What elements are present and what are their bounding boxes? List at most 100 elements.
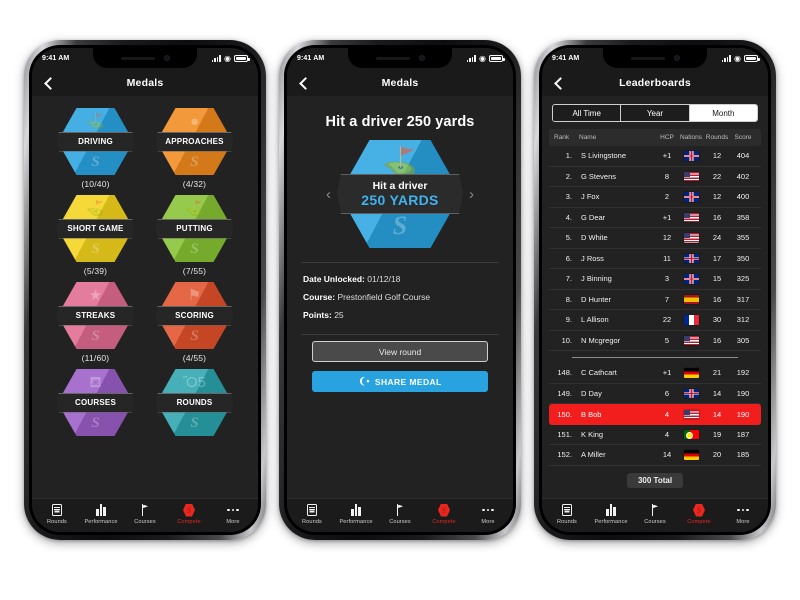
- cell-nation: [678, 151, 704, 161]
- cell-hcp: 5: [664, 335, 670, 345]
- medal-tile[interactable]: Ὄ5 S ROUNDS: [155, 369, 234, 440]
- tab-compete[interactable]: S Compete: [677, 503, 721, 525]
- cell-rank: 152.: [557, 450, 572, 460]
- metadata-label: Points:: [303, 310, 332, 320]
- table-row[interactable]: 7. J Binning 3 15 325: [549, 269, 761, 290]
- table-row[interactable]: 10. N Mcgregor 5 16 305: [549, 331, 761, 351]
- cell-nation: [678, 409, 704, 419]
- chevron-left-icon[interactable]: ‹: [326, 187, 331, 202]
- tab-performance[interactable]: Performance: [589, 503, 633, 525]
- table-row[interactable]: 9. L Allison 22 30 312: [549, 310, 761, 331]
- table-row[interactable]: 5. D White 12 24 355: [549, 228, 761, 249]
- tab-courses[interactable]: Courses: [123, 503, 167, 525]
- tab-label: Performance: [84, 519, 118, 525]
- flag-pt-icon: [683, 429, 699, 439]
- cell-rounds: 16: [712, 294, 722, 304]
- share-medal-button[interactable]: ❨• SHARE MEDAL: [312, 371, 488, 392]
- tab-rounds[interactable]: Rounds: [35, 503, 79, 525]
- cell-hcp: 22: [662, 315, 672, 325]
- column-header-rounds: Rounds: [705, 134, 729, 141]
- table-row[interactable]: 2. G Stevens 8 22 402: [549, 167, 761, 187]
- flag-course-icon: [140, 504, 151, 516]
- medal-badge: ⛳ S PUTTING: [155, 195, 234, 262]
- medal-label: COURSES: [75, 398, 116, 407]
- cell-rank: 7.: [565, 274, 572, 284]
- medal-tile[interactable]: ⛳ S PUTTING (7/55): [155, 195, 234, 276]
- flag-de-icon: [683, 368, 699, 378]
- tab-rounds[interactable]: Rounds: [545, 503, 589, 525]
- flag-es-icon: [683, 294, 699, 304]
- signal-icon: [211, 55, 222, 62]
- leaderboard-row-current-user[interactable]: 150. B Bob 4 14 190: [549, 404, 761, 425]
- brand-s-logo-icon: S: [91, 154, 100, 170]
- back-chevron-icon[interactable]: [552, 76, 565, 89]
- tab-courses[interactable]: Courses: [633, 503, 677, 525]
- cell-hcp: 7: [664, 294, 670, 304]
- brand-s-logo-icon: S: [91, 415, 100, 431]
- back-chevron-icon[interactable]: [297, 76, 310, 89]
- notch: [348, 48, 452, 68]
- table-row[interactable]: 148. C Cathcart +1 21 192: [549, 363, 761, 384]
- tab-icon-wrap: [606, 503, 616, 517]
- phone-medal-detail: 9:41 AM ◉ Medals Hit a driver 250 yards …: [279, 40, 521, 540]
- table-row[interactable]: 152. A Miller 14 20 185: [549, 445, 761, 466]
- cell-nation: [678, 450, 704, 460]
- table-row[interactable]: 151. K King 4 19 187: [549, 425, 761, 445]
- segment-all-time[interactable]: All Time: [553, 105, 622, 121]
- medal-badge-large[interactable]: ⛳ S Hit a driver 250 YARDS: [337, 140, 463, 248]
- cell-score: 312: [736, 315, 750, 325]
- medal-tile[interactable]: ★ S STREAKS (11/60): [56, 282, 135, 363]
- medal-tile[interactable]: ⚑ S SCORING (4/55): [155, 282, 234, 363]
- cell-nation: [678, 315, 704, 325]
- tab-courses[interactable]: Courses: [378, 503, 422, 525]
- tab-icon-wrap: [227, 503, 239, 517]
- phone-medals-grid: 9:41 AM ◉ Medals ⛳ S DRIVING (10/40) ● S APPRO…: [24, 40, 266, 540]
- tab-performance[interactable]: Performance: [334, 503, 378, 525]
- medal-tile[interactable]: ● S APPROACHES (4/32): [155, 108, 234, 189]
- view-round-button[interactable]: View round: [312, 341, 488, 362]
- cell-nation: [678, 335, 704, 345]
- segment-year[interactable]: Year: [621, 105, 690, 121]
- cell-name: D White: [581, 233, 608, 243]
- medal-tile[interactable]: ⛳ S SHORT GAME (5/39): [56, 195, 135, 276]
- cell-score: 190: [736, 409, 750, 419]
- cell-rank: 4.: [565, 212, 572, 222]
- table-row[interactable]: 3. J Fox 2 12 400: [549, 187, 761, 208]
- tab-performance[interactable]: Performance: [79, 503, 123, 525]
- tab-more[interactable]: More: [721, 503, 765, 525]
- medal-band-line2: 250 YARDS: [361, 192, 439, 208]
- table-row[interactable]: 4. G Dear +1 16 358: [549, 208, 761, 228]
- flag-course-icon: [395, 504, 406, 516]
- metadata-value: 25: [334, 310, 344, 320]
- chevron-right-icon[interactable]: ›: [469, 187, 474, 202]
- table-row[interactable]: 6. J Ross 11 17 350: [549, 249, 761, 269]
- more-dots-icon: [482, 504, 494, 516]
- table-row[interactable]: 149. D Day 6 14 190: [549, 384, 761, 404]
- medal-tile[interactable]: ⛾ S COURSES: [56, 369, 135, 440]
- medals-scroll-area[interactable]: ⛳ S DRIVING (10/40) ● S APPROACHES (4/32) ⛳ S SHOR…: [32, 96, 258, 498]
- table-row[interactable]: 1. S Livingstone +1 12 404: [549, 146, 761, 167]
- cell-score: 185: [736, 450, 750, 460]
- tab-icon-wrap: [307, 503, 317, 517]
- back-chevron-icon[interactable]: [42, 76, 55, 89]
- cell-score: 192: [736, 368, 750, 378]
- signal-icon: [466, 55, 477, 62]
- table-row[interactable]: 8. D Hunter 7 16 317: [549, 290, 761, 310]
- tab-compete[interactable]: S Compete: [167, 503, 211, 525]
- cell-hcp: +1: [662, 151, 672, 161]
- cell-name: G Stevens: [581, 171, 617, 181]
- tab-compete[interactable]: S Compete: [422, 503, 466, 525]
- medal-tile[interactable]: ⛳ S DRIVING (10/40): [56, 108, 135, 189]
- cell-rank: 6.: [565, 253, 572, 263]
- flag-gb-icon: [683, 151, 699, 161]
- cell-name: D Hunter: [581, 294, 612, 304]
- brand-s-logo-icon: S: [392, 211, 408, 240]
- column-header-name: Name: [579, 134, 597, 141]
- leaderboard-area[interactable]: All Time Year Month Rank Name HCP Nations …: [542, 96, 768, 498]
- rounds-icon: [52, 504, 62, 516]
- tab-more[interactable]: More: [466, 503, 510, 525]
- tab-more[interactable]: More: [211, 503, 255, 525]
- segment-month[interactable]: Month: [689, 105, 757, 121]
- tab-rounds[interactable]: Rounds: [290, 503, 334, 525]
- status-time: 9:41 AM: [42, 55, 70, 62]
